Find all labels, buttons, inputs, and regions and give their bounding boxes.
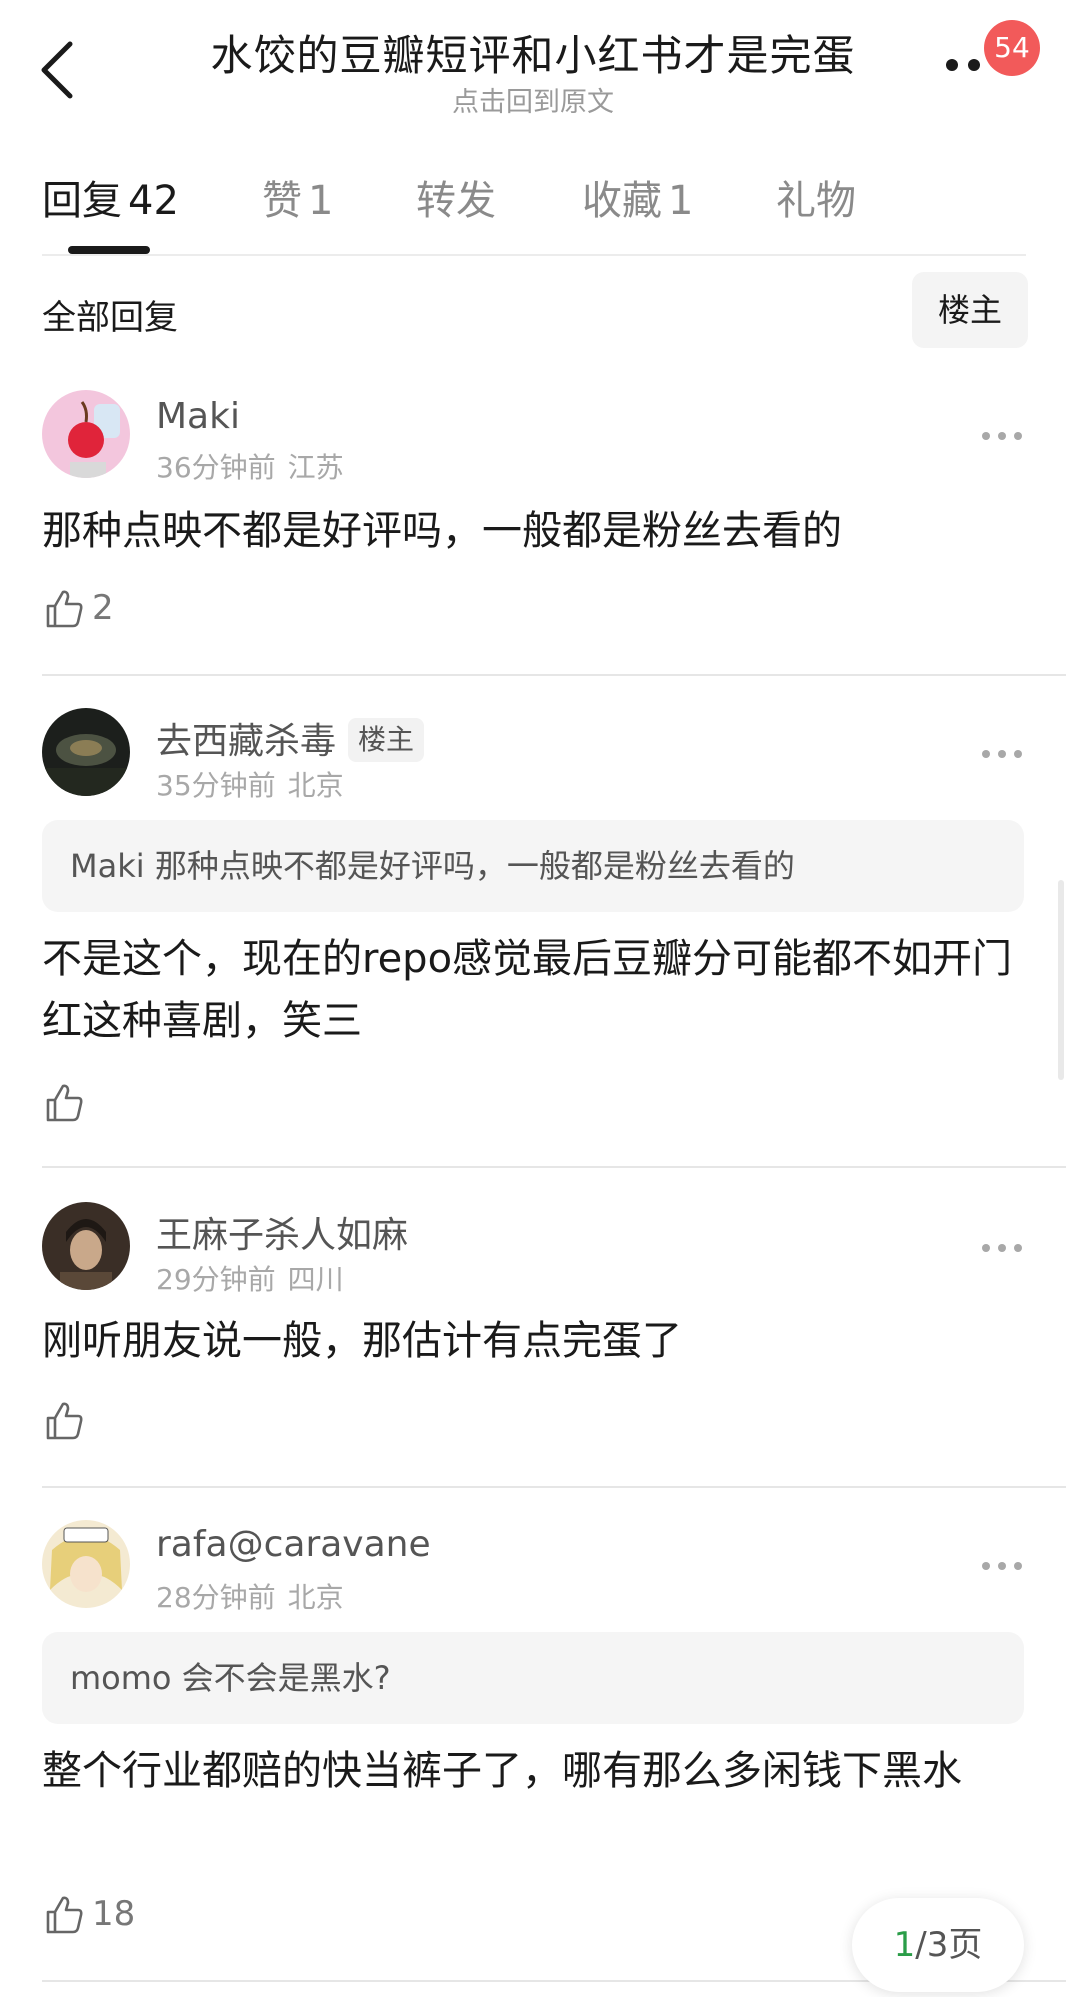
username-label: 去西藏杀毒 bbox=[156, 721, 337, 762]
more-options-icon[interactable] bbox=[940, 50, 990, 80]
comment-location: 四川 bbox=[287, 1263, 344, 1296]
username[interactable]: rafa@caravane bbox=[156, 1524, 431, 1565]
active-tab-indicator bbox=[68, 246, 150, 254]
avatar[interactable] bbox=[42, 708, 130, 796]
tab-count: 1 bbox=[308, 178, 334, 224]
current-page: 1 bbox=[893, 1925, 916, 1965]
op-only-filter-button[interactable]: 楼主 bbox=[912, 272, 1028, 348]
more-options-icon[interactable] bbox=[980, 746, 1024, 762]
back-to-original-link[interactable]: 点击回到原文 bbox=[150, 80, 916, 119]
scrollbar[interactable] bbox=[1058, 880, 1064, 1080]
thumbs-up-icon bbox=[46, 590, 83, 628]
quoted-reply[interactable]: Maki 那种点映不都是好评吗，一般都是粉丝去看的 bbox=[42, 820, 1024, 912]
tab-favorites[interactable]: 收藏 1 bbox=[582, 168, 693, 226]
tab-count: 42 bbox=[128, 178, 179, 224]
comment-text: 整个行业都赔的快当裤子了，哪有那么多闲钱下黑水 bbox=[42, 1748, 962, 1794]
tab-replies[interactable]: 回复 42 bbox=[42, 168, 179, 226]
tab-label: 转发 bbox=[416, 178, 496, 224]
tab-label: 收藏 bbox=[582, 178, 662, 224]
comment-time: 28分钟前 bbox=[156, 1581, 276, 1614]
comment-text: 那种点映不都是好评吗，一般都是粉丝去看的 bbox=[42, 508, 842, 554]
tab-bar: 回复 42 赞1 转发 收藏 1 礼物 bbox=[0, 150, 1066, 254]
comment-location: 北京 bbox=[287, 1581, 344, 1614]
comment-meta: 36分钟前 江苏 bbox=[156, 446, 344, 486]
tab-label: 回复 bbox=[42, 178, 122, 224]
like-button[interactable]: 2 bbox=[42, 586, 114, 634]
divider bbox=[42, 254, 1026, 256]
top-bar: 水饺的豆瓣短评和小红书才是完蛋 点击回到原文 54 bbox=[0, 0, 1066, 130]
more-options-icon[interactable] bbox=[980, 428, 1024, 444]
like-button[interactable] bbox=[42, 1398, 86, 1446]
avatar[interactable] bbox=[42, 390, 130, 478]
username[interactable]: Maki bbox=[156, 396, 240, 437]
tab-likes[interactable]: 赞1 bbox=[262, 168, 333, 226]
quoted-reply[interactable]: momo 会不会是黑水? bbox=[42, 1632, 1024, 1724]
comment-location: 北京 bbox=[287, 769, 344, 802]
like-button[interactable] bbox=[42, 1080, 86, 1128]
like-button[interactable]: 18 bbox=[42, 1892, 135, 1940]
tab-label: 赞 bbox=[262, 178, 302, 224]
username[interactable]: 去西藏杀毒 楼主 bbox=[156, 712, 425, 764]
comment-meta: 29分钟前 四川 bbox=[156, 1258, 344, 1298]
comment-time: 35分钟前 bbox=[156, 769, 276, 802]
op-badge: 楼主 bbox=[348, 718, 425, 762]
tab-label: 礼物 bbox=[776, 178, 856, 224]
comment-time: 29分钟前 bbox=[156, 1263, 276, 1296]
comment-meta: 35分钟前 北京 bbox=[156, 764, 344, 804]
username[interactable]: 王麻子杀人如麻 bbox=[156, 1206, 408, 1258]
total-pages: /3页 bbox=[915, 1925, 983, 1965]
avatar[interactable] bbox=[42, 1202, 130, 1290]
comment-text: 刚听朋友说一般，那估计有点完蛋了 bbox=[42, 1318, 682, 1364]
like-count: 2 bbox=[92, 588, 114, 628]
tab-reposts[interactable]: 转发 bbox=[416, 168, 496, 226]
divider bbox=[42, 1166, 1066, 1168]
section-title: 全部回复 bbox=[42, 298, 178, 338]
comment-time: 36分钟前 bbox=[156, 451, 276, 484]
notification-badge[interactable]: 54 bbox=[984, 20, 1040, 76]
thumbs-up-icon bbox=[46, 1896, 83, 1934]
more-options-icon[interactable] bbox=[980, 1558, 1024, 1574]
back-arrow-icon[interactable] bbox=[30, 30, 90, 110]
like-count: 18 bbox=[92, 1894, 136, 1934]
avatar[interactable] bbox=[42, 1520, 130, 1608]
tab-count: 1 bbox=[668, 178, 694, 224]
tab-gifts[interactable]: 礼物 bbox=[776, 168, 856, 226]
page-indicator[interactable]: 1/3页 bbox=[852, 1898, 1024, 1992]
post-title[interactable]: 水饺的豆瓣短评和小红书才是完蛋 bbox=[150, 22, 916, 83]
divider bbox=[42, 674, 1066, 676]
comment-text: 不是这个，现在的repo感觉最后豆瓣分可能都不如开门红这种喜剧，笑三 bbox=[42, 936, 1013, 1044]
comment-meta: 28分钟前 北京 bbox=[156, 1576, 344, 1616]
divider bbox=[42, 1486, 1066, 1488]
thumbs-up-icon bbox=[46, 1084, 83, 1122]
thumbs-up-icon bbox=[46, 1402, 83, 1440]
more-options-icon[interactable] bbox=[980, 1240, 1024, 1256]
comment-location: 江苏 bbox=[287, 451, 344, 484]
